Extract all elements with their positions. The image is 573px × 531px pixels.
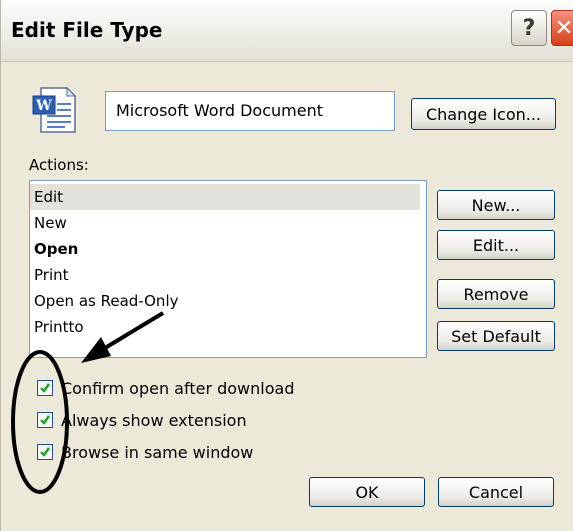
checkmark-icon [40, 383, 51, 393]
word-document-icon: W [32, 86, 77, 133]
file-type-name-field[interactable]: Microsoft Word Document [105, 91, 395, 131]
confirm-open-checkbox-row[interactable]: Confirm open after download [37, 377, 294, 399]
new-action-button[interactable]: New... [437, 190, 555, 220]
cancel-button[interactable]: Cancel [438, 477, 554, 507]
help-button[interactable]: ? [511, 10, 547, 46]
action-item-edit[interactable]: Edit [30, 184, 420, 210]
svg-text:W: W [35, 98, 52, 114]
action-label: Open [34, 240, 79, 258]
change-icon-button[interactable]: Change Icon... [411, 98, 556, 130]
always-show-extension-checkbox[interactable] [37, 412, 53, 428]
actions-label: Actions: [29, 156, 89, 174]
always-show-extension-label: Always show extension [61, 410, 247, 430]
window-title: Edit File Type [11, 18, 163, 42]
close-button[interactable]: ✕ [551, 10, 573, 46]
question-mark-icon: ? [522, 15, 536, 41]
checkmark-icon [40, 447, 51, 457]
action-item-open-as-read-only[interactable]: Open as Read-Only [30, 288, 426, 314]
action-item-printto[interactable]: Printto [30, 314, 426, 340]
close-x-icon: ✕ [554, 15, 573, 41]
action-label: New [34, 214, 67, 232]
action-item-new[interactable]: New [30, 210, 426, 236]
edit-file-type-dialog: Edit File Type ? ✕ W Microsoft Word Docu… [0, 0, 573, 531]
confirm-open-checkbox[interactable] [37, 380, 53, 396]
ok-button[interactable]: OK [309, 477, 425, 507]
set-default-button[interactable]: Set Default [437, 321, 555, 351]
action-item-print[interactable]: Print [30, 262, 426, 288]
title-bar[interactable]: Edit File Type ? ✕ [1, 0, 573, 62]
action-label: Edit [34, 188, 64, 206]
confirm-open-label: Confirm open after download [61, 378, 295, 398]
actions-listbox[interactable]: Edit New Open Print Open as Read-Only Pr… [29, 180, 427, 358]
action-label: Printto [34, 318, 84, 336]
remove-action-button[interactable]: Remove [437, 279, 555, 309]
action-label: Print [34, 266, 69, 284]
browse-same-window-label: Browse in same window [61, 442, 254, 462]
browse-same-window-checkbox-row[interactable]: Browse in same window [37, 441, 253, 463]
checkmark-icon [40, 415, 51, 425]
edit-action-button[interactable]: Edit... [437, 230, 555, 260]
action-item-open[interactable]: Open [30, 236, 426, 262]
browse-same-window-checkbox[interactable] [37, 444, 53, 460]
action-label: Open as Read-Only [34, 292, 179, 310]
always-show-extension-checkbox-row[interactable]: Always show extension [37, 409, 247, 431]
